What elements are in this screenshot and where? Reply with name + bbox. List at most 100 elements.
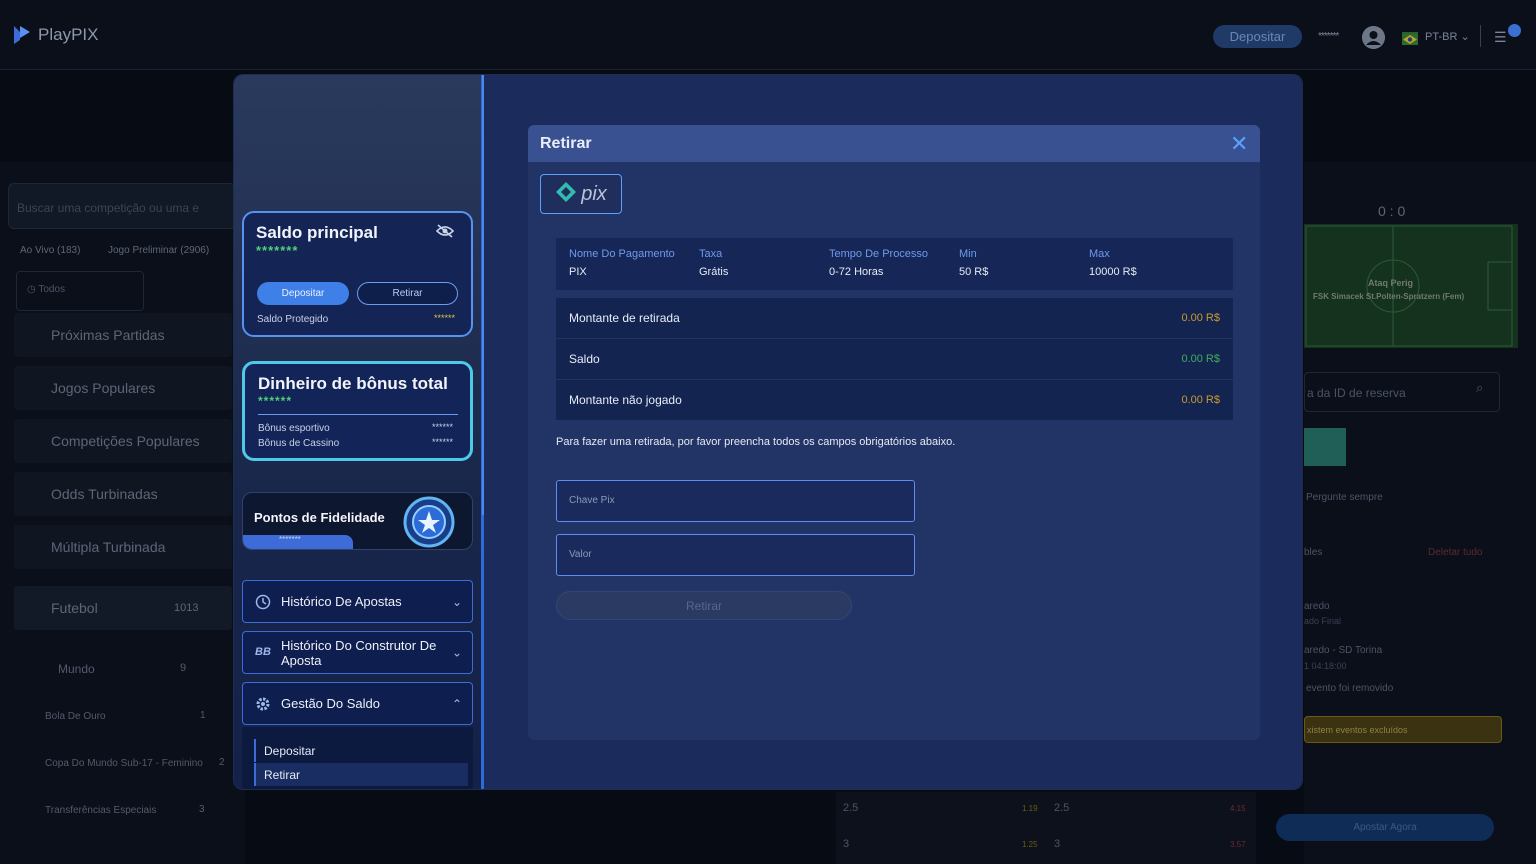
sidebar-item-boosted-odds[interactable]: Odds Turbinadas xyxy=(14,472,232,516)
odds-line: 2.5 xyxy=(1054,802,1070,814)
pix-payment-method[interactable]: pix xyxy=(540,174,622,214)
account-sidebar: Saldo principal ******* Depositar Retira… xyxy=(234,75,482,789)
protected-balance-label: Saldo Protegido xyxy=(257,314,329,325)
eye-off-icon[interactable] xyxy=(435,224,455,243)
menu-label: Histórico De Apostas xyxy=(281,594,402,609)
loyalty-title: Pontos de Fidelidade xyxy=(254,510,385,525)
pix-logo-text: pix xyxy=(581,182,607,205)
competition-item[interactable]: Bola De Ouro xyxy=(45,711,245,722)
chevron-down-icon: ⌄ xyxy=(1460,31,1470,43)
chevron-up-icon: ⌃ xyxy=(451,696,462,711)
competition-item[interactable]: Transferências Especiais xyxy=(45,805,245,816)
odds-value[interactable]: 1.19 xyxy=(1022,804,1038,813)
event-sub: ado Final xyxy=(1304,616,1342,626)
sport-bonus-label: Bônus esportivo xyxy=(258,423,330,434)
withdraw-header: Retirar xyxy=(528,125,1260,162)
region-count: 9 xyxy=(180,662,187,674)
odds-setting-select[interactable]: Pergunte sempre xyxy=(1304,483,1500,513)
odds-value[interactable]: 3.57 xyxy=(1230,840,1246,849)
menu-icon[interactable]: ☰ xyxy=(1494,29,1507,46)
protected-balance-mask: ****** xyxy=(434,313,456,323)
match-event: Ataq Perig xyxy=(1368,278,1414,288)
odds-value[interactable]: 4.15 xyxy=(1230,804,1246,813)
flag-icon[interactable] xyxy=(1402,32,1418,45)
region-label[interactable]: Mundo xyxy=(58,662,95,676)
deposit-button[interactable]: Depositar xyxy=(1213,25,1302,48)
competition-search-input[interactable]: Buscar uma competição ou uma e xyxy=(8,183,236,229)
menu-label: Histórico Do Construtor De Aposta xyxy=(281,637,437,668)
info-value: 10000 R$ xyxy=(1089,266,1137,278)
competition-item[interactable]: Copa Do Mundo Sub-17 - Feminino xyxy=(45,758,245,769)
balance-row: Saldo 0.00 R$ xyxy=(556,339,1233,379)
event-name: aredo xyxy=(1304,601,1330,612)
event-sub: 1 04:18:00 xyxy=(1304,661,1347,671)
tab-prematch[interactable]: Jogo Preliminar (2906) xyxy=(108,245,209,256)
user-avatar-icon[interactable] xyxy=(1362,26,1385,49)
sidebar-item-popular-competitions[interactable]: Competições Populares xyxy=(14,419,232,463)
match-score: 0 : 0 xyxy=(1378,203,1406,219)
row-label: Montante não jogado xyxy=(569,393,682,407)
menu-balance-management[interactable]: Gestão Do Saldo ⌃ xyxy=(242,682,473,725)
removed-note: evento foi removido xyxy=(1306,683,1394,694)
excluded-warning: xistem eventos excluídos xyxy=(1304,716,1502,743)
divider xyxy=(258,414,458,415)
competition-count: 2 xyxy=(219,757,225,768)
sidebar-item-boosted-multiple[interactable]: Múltipla Turbinada xyxy=(14,525,232,569)
sport-count: 1013 xyxy=(174,602,199,614)
divider xyxy=(1480,25,1481,47)
reservation-input[interactable]: a da ID de reserva xyxy=(1304,372,1500,412)
odds-line: 3 xyxy=(1054,838,1061,850)
row-label: Saldo xyxy=(569,352,600,366)
menu-bet-builder-history[interactable]: BB Histórico Do Construtor De Aposta ⌄ xyxy=(242,631,473,674)
withdraw-submit-button[interactable]: Retirar xyxy=(556,591,852,620)
close-icon[interactable]: ✕ xyxy=(1230,131,1248,157)
pix-key-input[interactable]: Chave Pix xyxy=(556,480,915,522)
odds-table xyxy=(836,792,1256,864)
bet-builder-icon: BB xyxy=(255,645,271,658)
competition-count: 3 xyxy=(199,804,205,815)
language-selector[interactable]: PT-BR ⌄ xyxy=(1425,30,1470,43)
sidebar-item-popular-games[interactable]: Jogos Populares xyxy=(14,366,232,410)
menu-bet-history[interactable]: Histórico De Apostas ⌄ xyxy=(242,580,473,623)
info-header: Tempo De Processo xyxy=(829,248,929,260)
chevron-down-icon: ⌄ xyxy=(451,645,462,659)
submenu-deposit[interactable]: Depositar xyxy=(254,739,468,762)
card-deposit-button[interactable]: Depositar xyxy=(257,282,349,305)
account-modal: Saldo principal ******* Depositar Retira… xyxy=(233,74,1303,790)
sidebar-item-upcoming[interactable]: Próximas Partidas xyxy=(14,313,232,357)
info-value: 0-72 Horas xyxy=(829,266,884,278)
withdraw-note: Para fazer uma retirada, por favor preen… xyxy=(556,436,956,448)
withdraw-panel: Retirar ✕ pix Nome Do Pagamento Taxa Tem… xyxy=(528,125,1260,740)
filter-select[interactable]: ◷ Todos xyxy=(16,271,144,311)
place-bet-button[interactable]: Apostar Agora xyxy=(1276,814,1494,841)
card-withdraw-button[interactable]: Retirar xyxy=(357,282,458,305)
tab-live[interactable]: Ao Vivo (183) xyxy=(20,245,80,256)
clock-icon: ◷ xyxy=(27,284,36,295)
logo-text: PlayPIX xyxy=(38,25,99,44)
main-balance-card: Saldo principal ******* Depositar Retira… xyxy=(242,211,473,337)
submenu-withdraw[interactable]: Retirar xyxy=(254,763,468,786)
language-label: PT-BR xyxy=(1425,31,1458,43)
search-icon[interactable]: ⌕ xyxy=(1476,380,1483,396)
balance-mask[interactable]: ******* xyxy=(1318,31,1339,42)
history-icon xyxy=(255,594,271,610)
logo[interactable]: PlayPIX xyxy=(12,24,98,46)
odds-line: 3 xyxy=(843,838,850,850)
sidebar-item-football[interactable]: Futebol 1013 xyxy=(14,586,232,630)
betslip-tab[interactable] xyxy=(1304,428,1346,466)
casino-bonus-mask: ****** xyxy=(432,437,454,447)
loyalty-card[interactable]: Pontos de Fidelidade ******* xyxy=(242,492,473,550)
info-header: Nome Do Pagamento xyxy=(569,248,675,260)
delete-all-button[interactable]: Deletar tudo xyxy=(1428,547,1482,558)
row-label: Montante de retirada xyxy=(569,311,680,325)
amount-input[interactable]: Valor xyxy=(556,534,915,576)
unplayed-amount-row: Montante não jogado 0.00 R$ xyxy=(556,380,1233,420)
competition-count: 1 xyxy=(200,710,206,721)
notification-badge xyxy=(1508,24,1521,37)
event-name: aredo - SD Torina xyxy=(1304,645,1383,656)
main-balance-title: Saldo principal xyxy=(256,223,378,242)
sport-label: Futebol xyxy=(51,600,98,616)
odds-value[interactable]: 1.25 xyxy=(1022,840,1038,849)
info-header: Min xyxy=(959,248,977,260)
info-header: Max xyxy=(1089,248,1110,260)
